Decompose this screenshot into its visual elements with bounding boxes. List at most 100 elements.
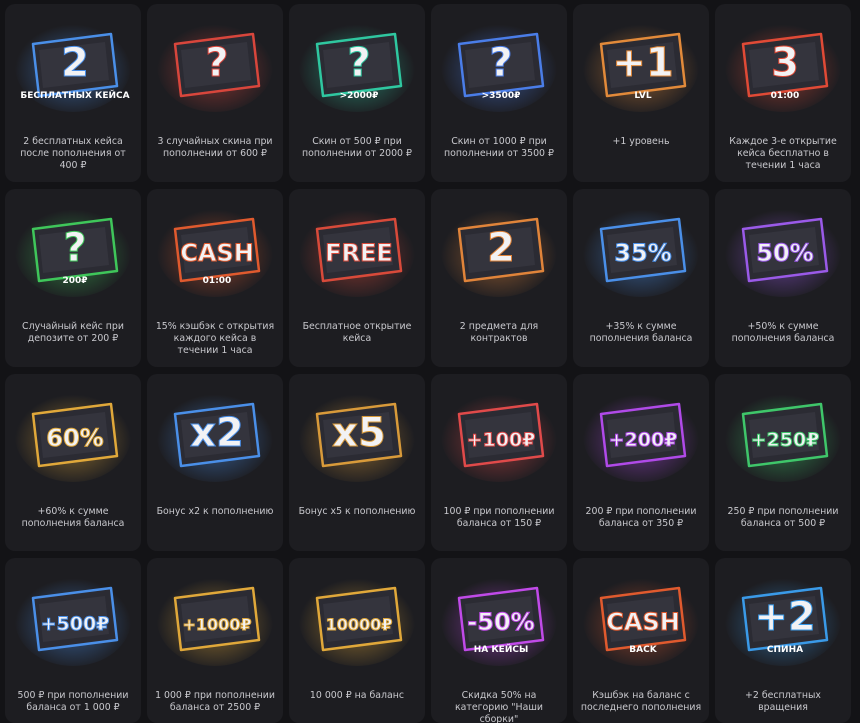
- badge-text: x2: [190, 410, 244, 456]
- badge-text: 2: [487, 225, 515, 271]
- bonus-description: Каждое 3-е открытие кейса бесплатно в те…: [729, 136, 837, 171]
- plus-500-icon: +500₽: [5, 558, 141, 670]
- plus-1000-icon: +1000₽: [147, 558, 283, 670]
- bonus-card[interactable]: +500₽ 500 ₽ при пополнении баланса от 1 0…: [5, 558, 141, 723]
- bonus-card[interactable]: CASH BACK Кэшбэк на баланс с последнего по…: [573, 558, 709, 723]
- badge-text: ?: [63, 225, 86, 271]
- bonus-description: 2 предмета для контрактов: [459, 321, 539, 344]
- bonus-description: Скидка 50% на категорию "Наши сборки": [455, 690, 543, 723]
- badge-text: ?: [489, 40, 512, 86]
- badge-text: 2: [61, 40, 89, 86]
- bonus-card[interactable]: -50% НА КЕЙСЫ Скидка 50% на категорию "Наш…: [431, 558, 567, 723]
- bonus-description: 200 ₽ при пополнении баланса от 350 ₽: [585, 506, 697, 529]
- bonus-card[interactable]: +2 СПИНА +2 бесплатных вращения: [715, 558, 851, 723]
- bonus-description: +50% к сумме пополнения баланса: [731, 321, 835, 344]
- badge-text: 50%: [756, 239, 813, 267]
- badge-text: CASH: [606, 608, 680, 636]
- bonus-card[interactable]: +100₽ 100 ₽ при пополнении баланса от 150…: [431, 374, 567, 551]
- bonus-description: Кэшбэк на баланс с последнего пополнения: [580, 690, 702, 713]
- badge-text: ?: [205, 40, 228, 86]
- bonus-card[interactable]: +200₽ 200 ₽ при пополнении баланса от 350…: [573, 374, 709, 551]
- badge-text: CASH: [180, 239, 254, 267]
- skin-3500-icon: ? >3500₽: [431, 4, 567, 116]
- bonus-card[interactable]: 35% +35% к сумме пополнения баланса: [573, 189, 709, 367]
- bonus-description: 15% кэшбэк с открытия каждого кейса в те…: [155, 321, 275, 356]
- bonus-description: 100 ₽ при пополнении баланса от 150 ₽: [443, 506, 555, 529]
- badge-text: +100₽: [467, 429, 536, 451]
- badge-text: +1000₽: [182, 615, 251, 634]
- third-free-icon: 3 01:00: [715, 4, 851, 116]
- bonus-description: +35% к сумме пополнения баланса: [589, 321, 693, 344]
- plus-60-icon: 60%: [5, 374, 141, 486]
- bonus-card[interactable]: x5 Бонус x5 к пополнению: [289, 374, 425, 551]
- bonus-card[interactable]: 3 01:00 Каждое 3-е открытие кейса бесплатн…: [715, 4, 851, 182]
- discount-50-icon: -50% НА КЕЙСЫ: [431, 558, 567, 670]
- badge-text: -50%: [467, 608, 534, 636]
- bonus-description: Случайный кейс при депозите от 200 ₽: [22, 321, 124, 344]
- bonus-card[interactable]: 10000₽ 10 000 ₽ на баланс: [289, 558, 425, 723]
- bonus-description: +2 бесплатных вращения: [745, 690, 821, 713]
- free-open-icon: FREE: [289, 189, 425, 301]
- bonus-description: 250 ₽ при пополнении баланса от 500 ₽: [727, 506, 839, 529]
- badge-text: ?: [347, 40, 370, 86]
- bonus-card[interactable]: ? 3 случайных скина при пополнении от 600…: [147, 4, 283, 182]
- bonus-description: 2 бесплатных кейса после пополнения от 4…: [20, 136, 126, 171]
- bonus-description: Бонус x2 к пополнению: [156, 506, 274, 517]
- bonus-description: 10 000 ₽ на баланс: [309, 690, 405, 701]
- cashback-hour-icon: CASH 01:00: [147, 189, 283, 301]
- badge-subtext: НА КЕЙСЫ: [474, 643, 529, 655]
- free-spins-icon: +2 СПИНА: [715, 558, 851, 670]
- badge-subtext: >3500₽: [482, 91, 521, 101]
- bonus-description: 3 случайных скина при пополнении от 600 …: [157, 136, 273, 159]
- badge-subtext: БЕСПЛАТНЫХ КЕЙСА: [20, 89, 129, 101]
- bonus-card[interactable]: ? 200₽ Случайный кейс при депозите от 200 …: [5, 189, 141, 367]
- two-free-cases-icon: 2 БЕСПЛАТНЫХ КЕЙСА: [5, 4, 141, 116]
- contract-items-icon: 2: [431, 189, 567, 301]
- bonus-card[interactable]: 2 БЕСПЛАТНЫХ КЕЙСА 2 бесплатных кейса посл…: [5, 4, 141, 182]
- bonus-grid: 2 БЕСПЛАТНЫХ КЕЙСА 2 бесплатных кейса посл…: [5, 4, 851, 723]
- bonus-card[interactable]: 50% +50% к сумме пополнения баланса: [715, 189, 851, 367]
- bonus-description: +1 уровень: [612, 136, 670, 147]
- badge-text: +2: [754, 594, 815, 640]
- bonus-description: 500 ₽ при пополнении баланса от 1 000 ₽: [17, 690, 129, 713]
- random-skins-icon: ?: [147, 4, 283, 116]
- badge-subtext: 01:00: [771, 91, 800, 101]
- badge-text: 60%: [46, 424, 103, 452]
- bonus-x2-icon: x2: [147, 374, 283, 486]
- bonus-card[interactable]: x2 Бонус x2 к пополнению: [147, 374, 283, 551]
- bonus-card[interactable]: 2 2 предмета для контрактов: [431, 189, 567, 367]
- bonus-x5-icon: x5: [289, 374, 425, 486]
- bonus-card[interactable]: FREE Бесплатное открытие кейса: [289, 189, 425, 367]
- badge-text: x5: [332, 410, 386, 456]
- badge-subtext: 200₽: [62, 276, 87, 286]
- bonus-description: Бесплатное открытие кейса: [302, 321, 412, 344]
- bonus-card[interactable]: CASH 01:00 15% кэшбэк с открытия каждого к…: [147, 189, 283, 367]
- plus-250-icon: +250₽: [715, 374, 851, 486]
- plus-35-icon: 35%: [573, 189, 709, 301]
- plus-200-icon: +200₽: [573, 374, 709, 486]
- plus-100-icon: +100₽: [431, 374, 567, 486]
- badge-text: FREE: [325, 239, 393, 267]
- badge-text: 3: [771, 40, 799, 86]
- bonus-card[interactable]: 60% +60% к сумме пополнения баланса: [5, 374, 141, 551]
- badge-text: 10000₽: [326, 615, 393, 634]
- bonus-card[interactable]: +1000₽ 1 000 ₽ при пополнении баланса от …: [147, 558, 283, 723]
- badge-text: +1: [612, 40, 673, 86]
- bonus-card[interactable]: +250₽ 250 ₽ при пополнении баланса от 500…: [715, 374, 851, 551]
- bonus-card[interactable]: +1 LVL +1 уровень: [573, 4, 709, 182]
- bonus-description: Скин от 1000 ₽ при пополнении от 3500 ₽: [444, 136, 554, 159]
- badge-subtext: 01:00: [203, 276, 232, 286]
- random-case-icon: ? 200₽: [5, 189, 141, 301]
- cashback-balance-icon: CASH BACK: [573, 558, 709, 670]
- bonus-card[interactable]: ? >3500₽ Скин от 1000 ₽ при пополнении от …: [431, 4, 567, 182]
- badge-text: +500₽: [41, 613, 110, 635]
- skin-2000-icon: ? >2000₽: [289, 4, 425, 116]
- bonus-card[interactable]: ? >2000₽ Скин от 500 ₽ при пополнении от 2…: [289, 4, 425, 182]
- bonus-description: +60% к сумме пополнения баланса: [21, 506, 125, 529]
- bonus-description: Скин от 500 ₽ при пополнении от 2000 ₽: [302, 136, 412, 159]
- plus-50-icon: 50%: [715, 189, 851, 301]
- badge-subtext: BACK: [629, 645, 657, 655]
- badge-text: +200₽: [609, 429, 678, 451]
- badge-subtext: >2000₽: [340, 91, 379, 101]
- badge-text: 35%: [614, 239, 671, 267]
